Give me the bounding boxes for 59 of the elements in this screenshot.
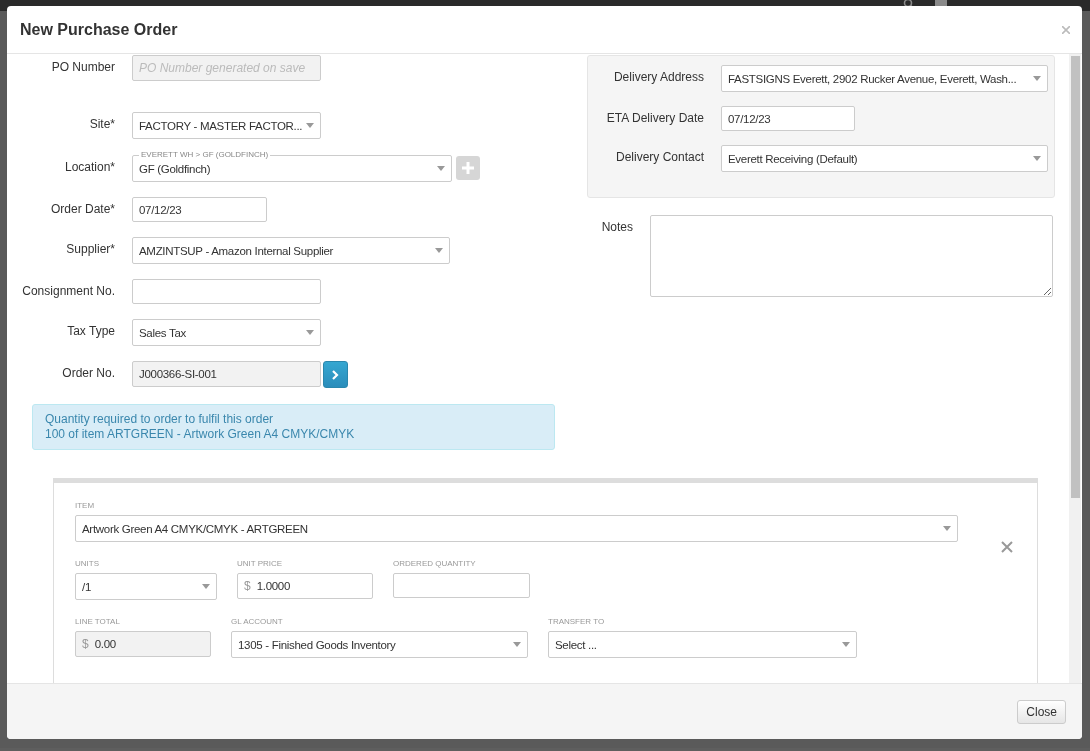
- field-caption: EVERETT WH > GF (GOLDFINCH): [139, 150, 271, 160]
- caret-icon: [1033, 76, 1041, 81]
- caret-icon: [842, 642, 850, 647]
- caret-icon: [435, 248, 443, 253]
- field-label: Consignment No.: [21, 283, 115, 298]
- field-label: Order No.: [61, 365, 115, 380]
- field-label: ETA Delivery Date: [605, 110, 704, 125]
- scroll-thumb[interactable]: [1070, 56, 1080, 498]
- caret-icon: [943, 526, 951, 531]
- select-field[interactable]: Artwork Green A4 CMYK/CMYK - ARTGREEN: [75, 515, 958, 542]
- field-label: GL ACCOUNT: [231, 617, 284, 627]
- caret-icon: [1033, 156, 1041, 161]
- field-label: Delivery Address: [612, 69, 704, 84]
- remove-button[interactable]: [1001, 541, 1015, 555]
- go-button[interactable]: [323, 361, 348, 388]
- add-button[interactable]: [456, 156, 480, 180]
- field-label: Notes: [600, 219, 633, 234]
- caret-icon: [306, 123, 314, 128]
- field-label: PO Number: [50, 59, 115, 74]
- currency-field[interactable]: $ 1.0000: [237, 573, 373, 599]
- close-icon: [1001, 541, 1013, 553]
- caret-icon: [202, 584, 210, 589]
- caret-icon: [513, 642, 521, 647]
- field-label: TRANSFER TO: [548, 617, 606, 627]
- plus-icon: [462, 162, 474, 174]
- select-field[interactable]: Select ...: [548, 631, 857, 658]
- notes-field[interactable]: [650, 215, 1053, 297]
- field-label: Location*: [63, 159, 115, 174]
- field-label: UNIT PRICE: [237, 559, 284, 569]
- close-button[interactable]: Close: [1017, 699, 1066, 724]
- field-label: Delivery Contact: [614, 149, 704, 164]
- field-label: Supplier*: [65, 241, 115, 256]
- select-field[interactable]: /1: [75, 573, 217, 600]
- scrollbar[interactable]: [1069, 54, 1081, 683]
- select-field[interactable]: FACTORY - MASTER FACTOR...: [132, 112, 321, 139]
- info-text: 100 of item ARTGREEN - Artwork Green A4 CMYK/CMYK: [45, 427, 356, 442]
- info-text: Quantity required to order to fulfil this order: [45, 412, 275, 427]
- select-field[interactable]: FASTSIGNS Everett, 2902 Rucker Avenue, Everett, Wash...: [721, 65, 1048, 92]
- select-field[interactable]: Everett Receiving (Default): [721, 145, 1048, 172]
- caret-icon: [306, 330, 314, 335]
- readonly-field[interactable]: J000366-SI-001: [132, 361, 321, 387]
- field-label: ORDERED QUANTITY: [393, 559, 477, 569]
- field-label: UNITS: [75, 559, 100, 569]
- field-label: Site*: [88, 116, 115, 131]
- select-field[interactable]: AMZINTSUP - Amazon Internal Supplier: [132, 237, 450, 264]
- input-field[interactable]: [393, 573, 530, 598]
- field-label: ITEM: [75, 501, 96, 511]
- input-field[interactable]: 07/12/23: [132, 197, 267, 222]
- field-label: Order Date*: [49, 201, 115, 216]
- chevron-right-icon: [332, 369, 339, 380]
- field-label: LINE TOTAL: [75, 617, 121, 627]
- field-label: Tax Type: [66, 323, 115, 338]
- input-field[interactable]: [132, 279, 321, 304]
- select-field[interactable]: Sales Tax: [132, 319, 321, 346]
- caret-icon: [437, 166, 445, 171]
- input-field[interactable]: 07/12/23: [721, 106, 855, 131]
- select-field[interactable]: 1305 - Finished Goods Inventory: [231, 631, 528, 658]
- dialog-title: New Purchase Order: [20, 20, 178, 39]
- close-icon[interactable]: [1062, 25, 1070, 34]
